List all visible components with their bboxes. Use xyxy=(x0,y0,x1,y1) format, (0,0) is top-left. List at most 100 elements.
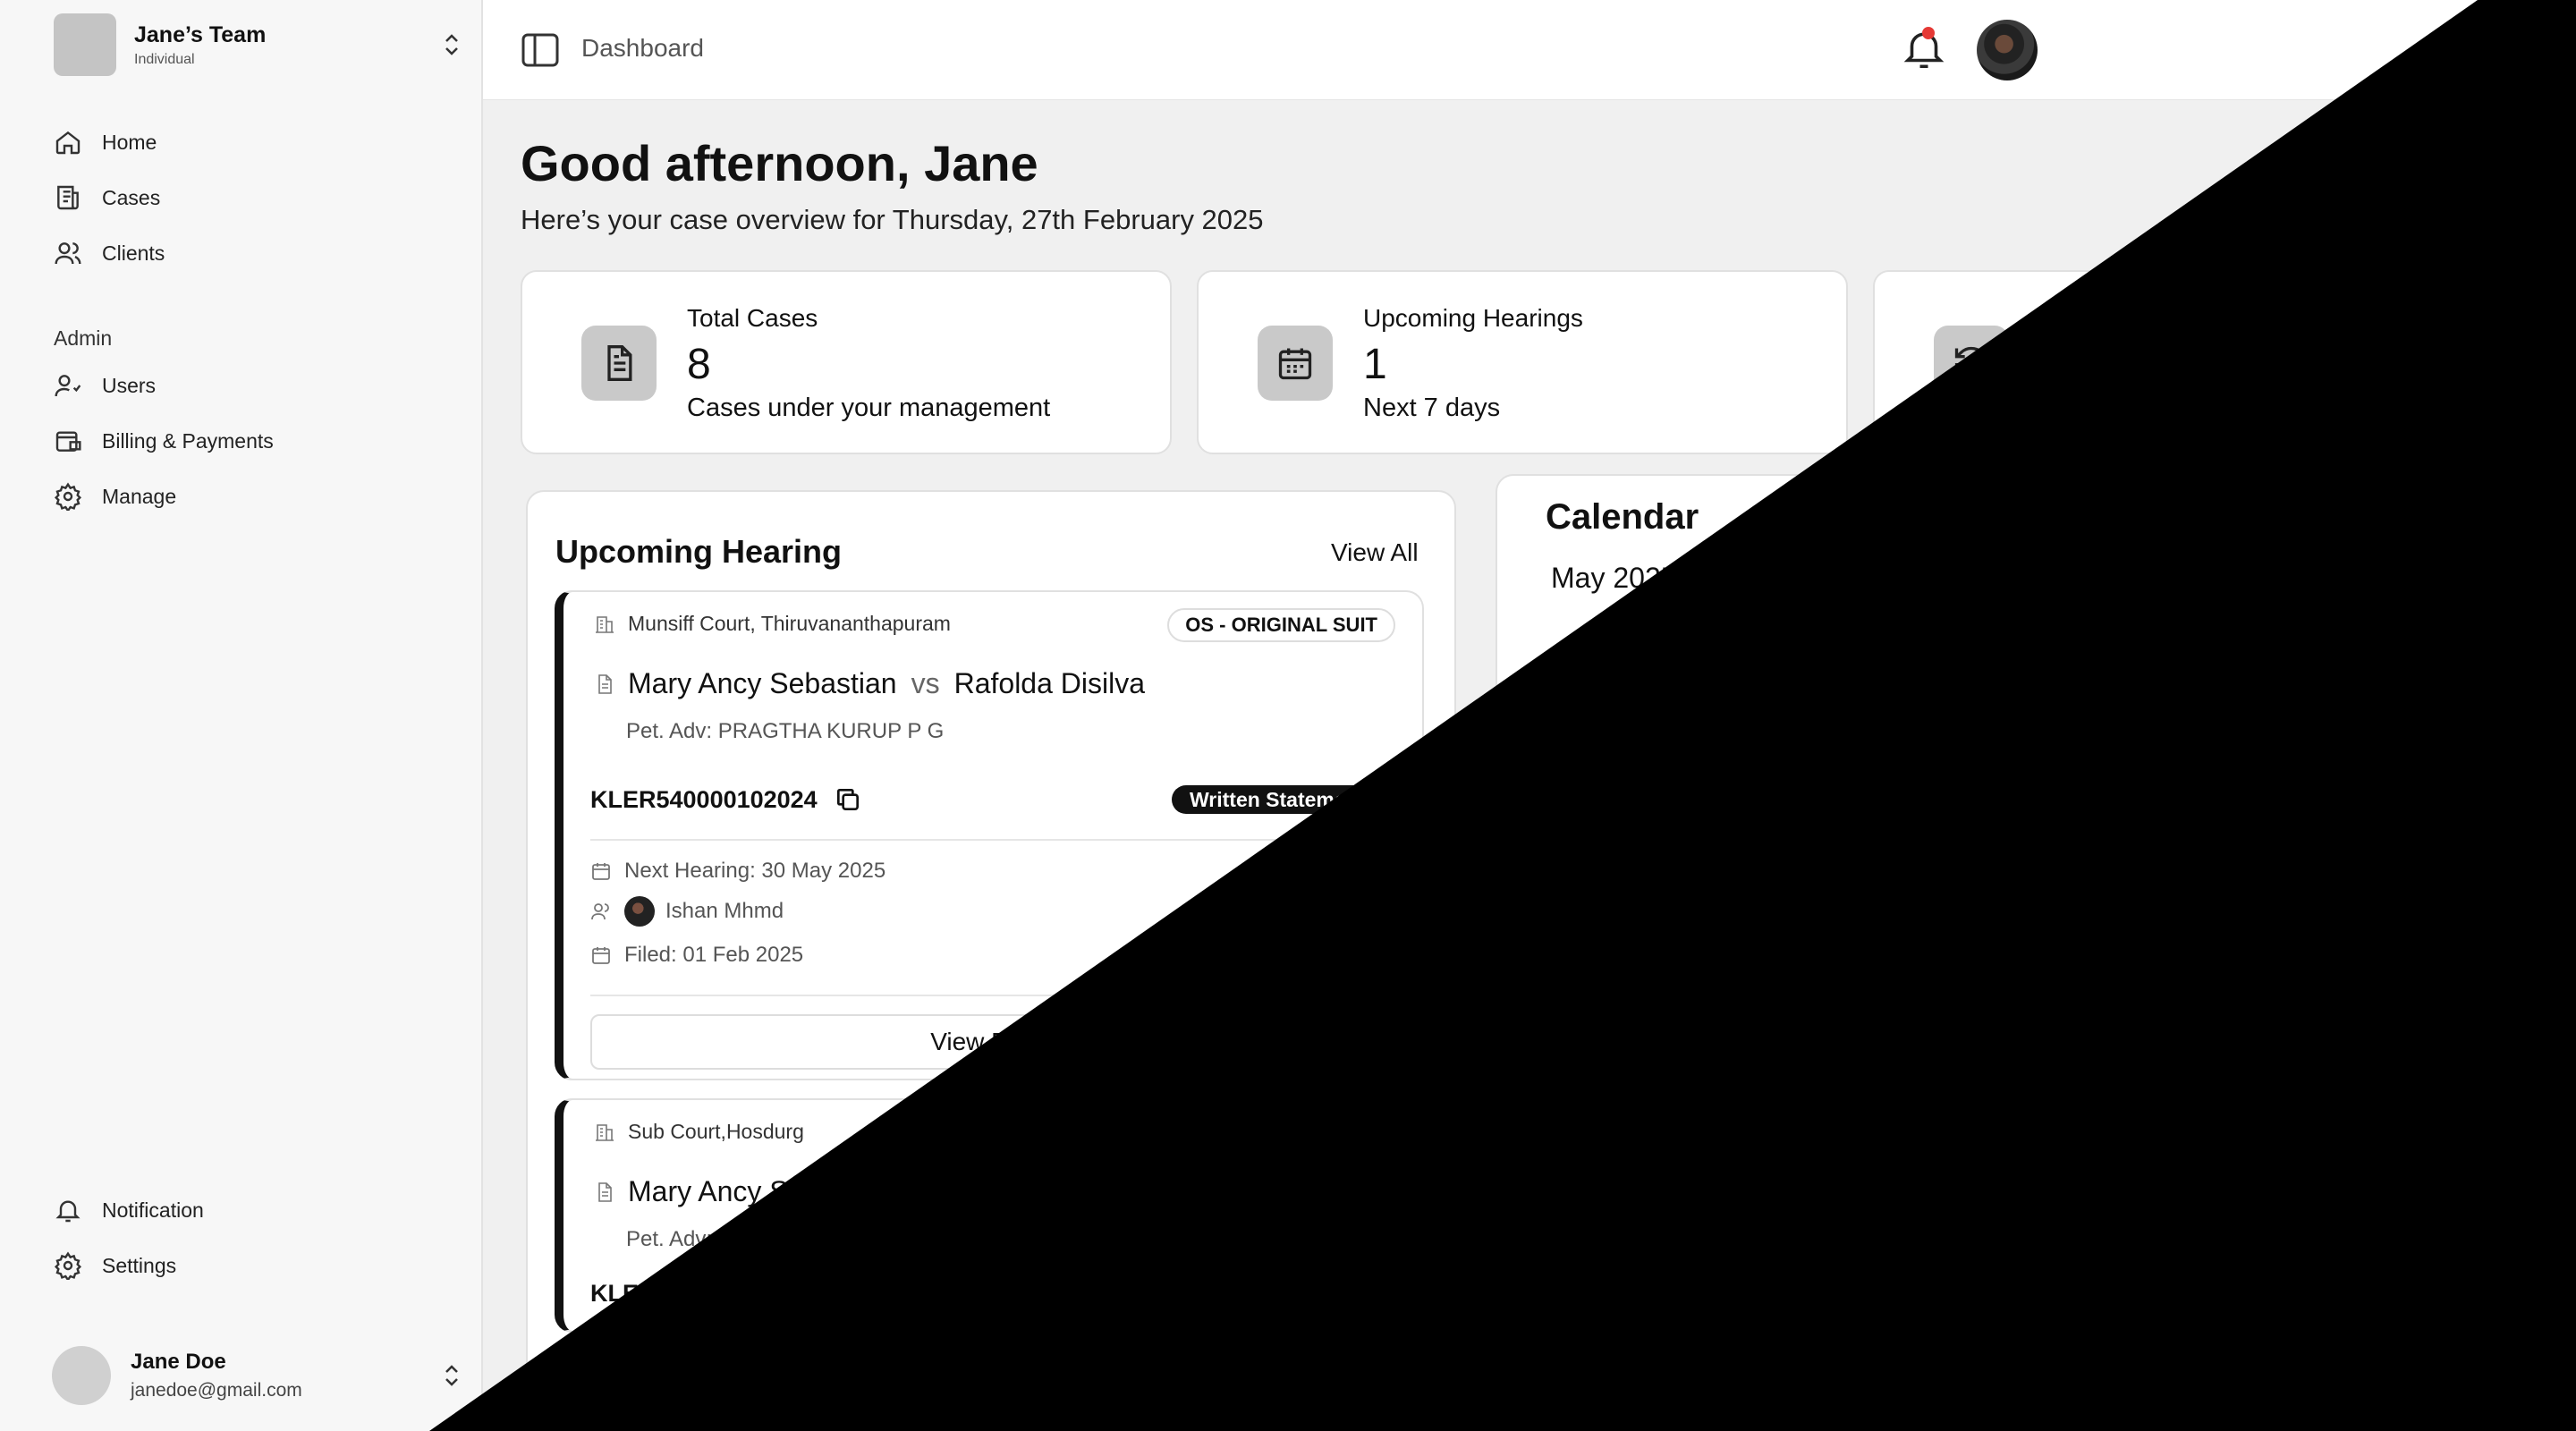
case-number: KLER540000102024 xyxy=(590,785,818,813)
vs-label: vs xyxy=(911,1175,940,1207)
legend-label: Has hearing xyxy=(1571,1352,1691,1377)
chevron-updown-icon[interactable] xyxy=(438,27,465,63)
chevron-updown-icon[interactable] xyxy=(438,1358,465,1393)
nav-item-cases[interactable]: Cases xyxy=(54,170,447,225)
calendar-day[interactable]: 20 xyxy=(1814,1071,1939,1197)
nav-item-manage[interactable]: Manage xyxy=(54,469,447,524)
building-icon xyxy=(596,615,614,633)
user-email: janedoe@gmail.com xyxy=(131,1380,302,1401)
calendar-day[interactable]: 22 xyxy=(2082,1071,2207,1197)
weekday-label: Tue xyxy=(1860,615,1909,648)
calendar-day[interactable]: 29 xyxy=(2082,1206,2207,1331)
legend-dot-hearing xyxy=(1546,1357,1562,1374)
calendar-day[interactable]: 7 xyxy=(1948,803,2073,928)
respondent-name: Rafolda Disilva xyxy=(953,1175,1146,1207)
client-avatar xyxy=(624,896,655,927)
team-name: Jane’s Team xyxy=(134,21,267,47)
stat-title: Recent Updates xyxy=(2039,304,2219,332)
calendar-day[interactable]: 24 xyxy=(2351,1071,2476,1197)
nav-item-home[interactable]: Home xyxy=(54,114,447,170)
calendar-day[interactable]: 19 xyxy=(1680,1071,1805,1197)
section-title: Upcoming Hearing xyxy=(555,533,843,570)
hearing-card[interactable]: Munsiff Court, Thiruvananthapuram OS - O… xyxy=(555,590,1424,1080)
case-type-badge: AS - APPEAL SUIT xyxy=(1185,1116,1395,1150)
calendar-day[interactable]: 18 xyxy=(1546,1071,1671,1197)
calendar-day[interactable]: 3 xyxy=(2351,669,2476,794)
section-title: Calendar xyxy=(1546,497,1699,537)
view-detail-button[interactable]: View Detail xyxy=(590,1014,1395,1070)
calendar-day[interactable]: 11 xyxy=(1546,937,1671,1063)
status-badge: Written Statement xyxy=(1172,785,1395,814)
advocate: Pet. Adv: PRAGTHA KURUP P G xyxy=(626,1227,945,1251)
weekday-label: Sat xyxy=(2390,615,2435,648)
calendar-day[interactable]: 2 xyxy=(2216,669,2342,794)
calendar-day[interactable]: 31 xyxy=(2351,1206,2476,1331)
home-icon xyxy=(55,131,80,155)
calendar-month: May 2025 xyxy=(1551,562,1677,594)
calendar-day[interactable]: 28 xyxy=(1948,1206,2073,1331)
calendar-day[interactable]: 4 xyxy=(1546,803,1671,928)
nav-label-billing: Billing & Payments xyxy=(102,428,274,453)
filed-date: Filed: 01 Feb 2025 xyxy=(624,943,804,967)
multiple-cases-badge: 5 xyxy=(2451,1191,2481,1222)
nav-label-notification: Notification xyxy=(102,1198,204,1222)
calendar-day[interactable]: 26 xyxy=(1680,1206,1805,1331)
calendar-day[interactable]: 16 xyxy=(2216,937,2342,1063)
breadcrumb: Dashboard xyxy=(581,34,704,62)
calendar-day[interactable]: 21 xyxy=(1948,1071,2073,1197)
calendar-day[interactable]: 23 xyxy=(2216,1071,2342,1197)
nav-label-cases: Cases xyxy=(102,185,161,209)
calendar-day[interactable]: 27 xyxy=(1814,1206,1939,1331)
legend-dot-multiple xyxy=(1826,1357,1843,1374)
calendar-day[interactable]: 14 xyxy=(1948,937,2073,1063)
admin-nav: Users Billing & Payments Manage xyxy=(54,358,447,524)
calendar-icon xyxy=(592,863,610,880)
stat-value: 1 xyxy=(1363,341,1387,388)
team-switcher[interactable]: Jane’s Team Individual xyxy=(54,13,465,77)
stat-card-upcoming-hearings: Upcoming Hearings 1 Next 7 days xyxy=(1197,270,1848,454)
calendar-day[interactable]: 25 xyxy=(1546,1206,1671,1331)
calendar-day[interactable]: 9 xyxy=(2216,803,2342,928)
user-menu[interactable]: Jane Doe janedoe@gmail.com xyxy=(52,1342,465,1410)
stat-title: Upcoming Hearings xyxy=(1363,304,1583,332)
calendar-day[interactable]: 1 xyxy=(2082,669,2207,794)
profile-avatar[interactable] xyxy=(1977,20,2038,80)
hearing-card[interactable]: Sub Court,Hosdurg AS - APPEAL SUIT Mary … xyxy=(555,1098,1424,1333)
team-avatar xyxy=(54,13,116,76)
calendar-icon xyxy=(592,947,610,964)
calendar-day[interactable]: 8 xyxy=(2082,803,2207,928)
nav-item-users[interactable]: Users xyxy=(54,358,447,413)
chevron-right-icon xyxy=(2447,569,2456,583)
calendar-day[interactable]: 12 xyxy=(1680,937,1805,1063)
nav-item-billing[interactable]: Billing & Payments xyxy=(54,413,447,469)
stat-subtitle: Next 7 days xyxy=(1363,394,1501,422)
copy-icon[interactable] xyxy=(834,785,862,814)
calendar-day[interactable]: 5 xyxy=(1680,803,1805,928)
main-nav: Home Cases Clients xyxy=(54,114,447,281)
legend-label: Multiple cases xyxy=(1851,1352,1993,1377)
copy-icon[interactable] xyxy=(834,1279,862,1308)
calendar-day[interactable]: 10 xyxy=(2351,803,2476,928)
weekday-label: Mon xyxy=(1718,615,1775,648)
nav-item-clients[interactable]: Clients xyxy=(54,225,447,281)
calendar-day[interactable]: 15 xyxy=(2082,937,2207,1063)
petitioner-name: Mary Ancy Sebastian xyxy=(628,1175,897,1207)
calendar-day[interactable]: 6 xyxy=(1814,803,1939,928)
weekday-label: Thu xyxy=(2137,615,2187,648)
vs-label: vs xyxy=(911,667,940,699)
cases-icon xyxy=(57,185,79,210)
prev-month-button[interactable] xyxy=(2383,556,2422,596)
page-title: Good afternoon, Jane xyxy=(521,135,1038,191)
status-badge xyxy=(1299,1281,1395,1309)
nav-item-settings[interactable]: Settings xyxy=(54,1238,447,1293)
next-month-button[interactable] xyxy=(2431,556,2470,596)
calendar-day[interactable]: 30 xyxy=(2216,1206,2342,1331)
document-icon xyxy=(581,326,657,401)
calendar-day[interactable]: 17 xyxy=(2351,937,2476,1063)
calendar-day[interactable]: 13 xyxy=(1814,937,1939,1063)
nav-item-notification[interactable]: Notification xyxy=(54,1182,447,1238)
view-all-link[interactable]: View All xyxy=(1331,538,1419,567)
advocate: Pet. Adv: PRAGTHA KURUP P G xyxy=(626,719,945,743)
sidebar-toggle-icon[interactable] xyxy=(521,32,560,68)
chevron-left-icon xyxy=(2397,569,2406,583)
